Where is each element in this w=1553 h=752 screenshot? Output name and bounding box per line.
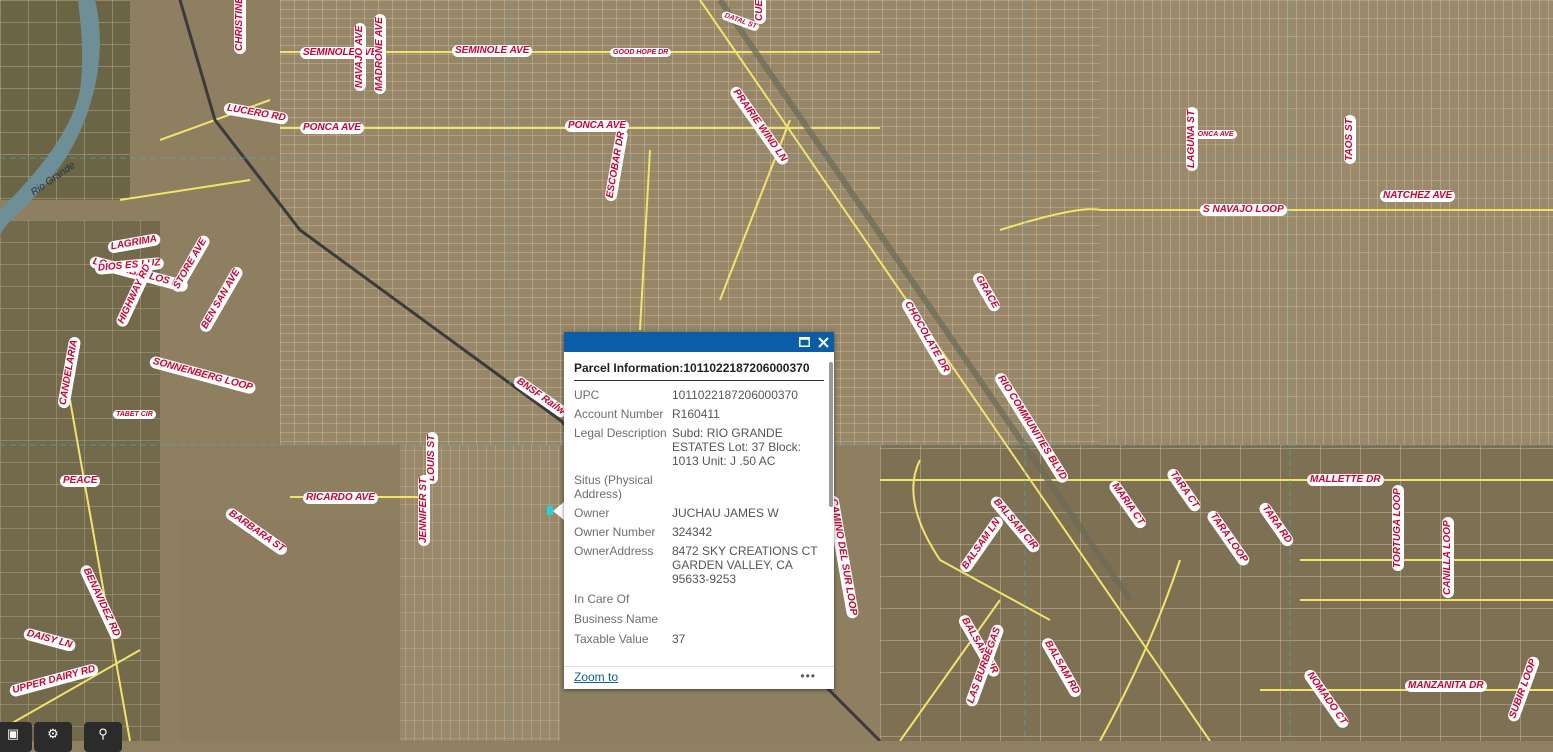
street-label: MANZANITA DR (1405, 680, 1487, 692)
more-actions-button[interactable]: ••• (800, 669, 816, 683)
attribute-row-legal-description: Legal Description Subd: RIO GRANDE ESTAT… (574, 426, 822, 468)
search-icon: ⚲ (98, 726, 108, 741)
attribute-value (672, 473, 822, 501)
attribute-value (672, 592, 822, 606)
attribute-row-owner-address: OwnerAddress 8472 SKY CREATIONS CT GARDE… (574, 544, 822, 586)
street-label: LAGUNA ST (1186, 107, 1198, 171)
attribute-key: Business Name (574, 612, 659, 626)
street-label: TORTUGA LOOP (1392, 485, 1404, 571)
street-label: MALLETTE DR (1307, 474, 1384, 486)
attribute-key: Owner (574, 506, 610, 520)
close-icon[interactable] (815, 333, 831, 351)
attribute-value: 8472 SKY CREATIONS CT GARDEN VALLEY, CA … (672, 544, 818, 586)
attribute-row-business-name: Business Name (574, 612, 822, 626)
attribute-value (672, 612, 822, 626)
zoom-to-link[interactable]: Zoom to (574, 670, 618, 684)
attribute-key: In Care Of (574, 592, 630, 606)
attribute-row-upc: UPC 1011022187206000370 (574, 388, 822, 402)
measure-button[interactable]: ⚙ (34, 722, 72, 752)
attribute-row-situs: Situs (Physical Address) (574, 473, 822, 501)
popup-attribute-table[interactable]: UPC 1011022187206000370 Account Number R… (574, 388, 822, 663)
attribute-key: Account Number (574, 407, 664, 421)
attribute-key: Situs (Physical Address) (574, 473, 653, 501)
attribute-row-owner-number: Owner Number 324342 (574, 525, 822, 539)
street-label: TABET CIR (113, 410, 156, 419)
attribute-row-taxable-value: Taxable Value 37 (574, 632, 822, 646)
layers-icon: ▣ (6, 726, 20, 741)
attribute-value: JUCHAU JAMES W (672, 506, 779, 520)
street-label: PONCA AVE (300, 122, 364, 134)
attribute-key: Owner Number (574, 525, 656, 539)
street-label: GOOD HOPE DR (610, 48, 672, 57)
street-label: SEMINOLE AVE (452, 45, 533, 57)
street-label: PEACE (60, 475, 101, 487)
attribute-key: Taxable Value (574, 632, 649, 646)
street-label: JENNIFER ST (418, 474, 430, 546)
popup-header (564, 332, 834, 352)
measure-icon: ⚙ (47, 726, 59, 741)
attribute-value: Subd: RIO GRANDE ESTATES Lot: 37 Block: … (672, 426, 801, 468)
street-label: TAOS ST (1344, 115, 1356, 164)
street-label: CHRISTINE DR (234, 0, 246, 54)
attribute-value: 1011022187206000370 (672, 388, 798, 402)
attribute-key: Legal Description (574, 426, 667, 440)
maximize-icon[interactable] (796, 333, 812, 351)
street-label: SEMINOLE AVE (300, 47, 381, 59)
attribute-key: UPC (574, 388, 600, 402)
search-button[interactable]: ⚲ (84, 722, 122, 752)
street-label: MADRONE AVE (374, 14, 386, 94)
attribute-key: OwnerAddress (574, 544, 654, 558)
attribute-value: 37 (672, 632, 686, 646)
street-label: CANILLA LOOP (1442, 517, 1454, 598)
popup-pointer (553, 502, 564, 520)
parcel-popup[interactable]: Parcel Information:1011022187206000370 U… (564, 332, 834, 689)
popup-scrollbar[interactable] (829, 362, 833, 507)
popup-title: Parcel Information:1011022187206000370 (574, 361, 824, 381)
street-label: CUERO (754, 0, 766, 24)
street-label: NATCHEZ AVE (1380, 190, 1456, 202)
attribute-value: 324342 (672, 525, 713, 539)
attribute-row-owner: Owner JUCHAU JAMES W (574, 506, 822, 520)
attribute-value: R160411 (672, 407, 720, 421)
layers-button[interactable]: ▣ (0, 722, 32, 752)
street-label: S NAVAJO LOOP (1200, 204, 1287, 216)
popup-footer: Zoom to ••• (564, 666, 834, 689)
attribute-row-account-number: Account Number R160411 (574, 407, 822, 421)
street-label: RICARDO AVE (303, 492, 378, 504)
street-label: NAVAJO AVE (354, 22, 366, 91)
attribute-row-in-care-of: In Care Of (574, 592, 822, 606)
